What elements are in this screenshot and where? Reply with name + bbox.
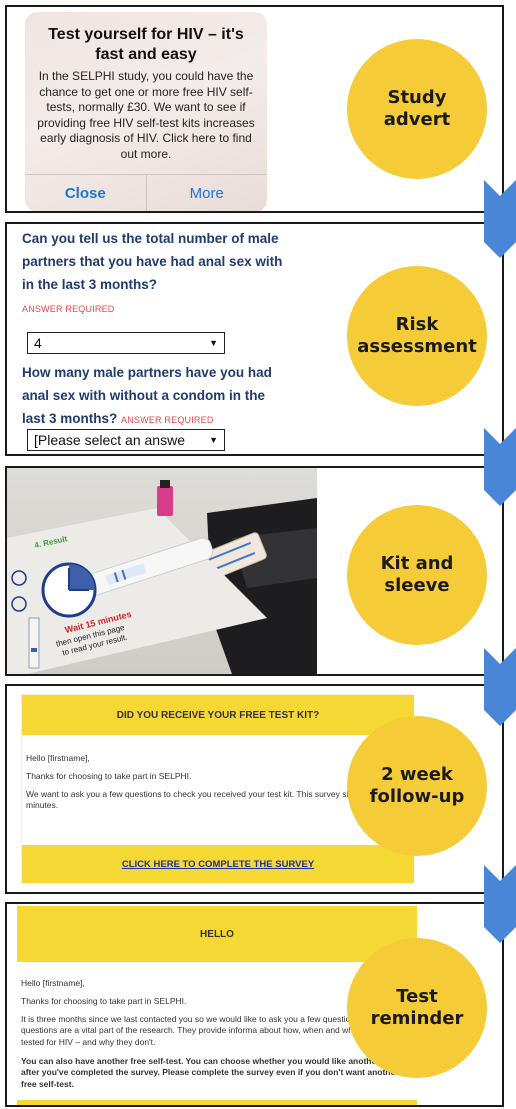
stage-circle-test-reminder: Test reminder — [347, 938, 487, 1078]
stage-label-line2: reminder — [370, 1008, 464, 1029]
close-button[interactable]: Close — [25, 175, 147, 211]
kit-illustration: 4. Result Wait 15 minutes then open this… — [7, 480, 317, 674]
alert-body: In the SELPHI study, you could have the … — [37, 69, 255, 161]
question-2: How many male partners have you had anal… — [22, 362, 272, 431]
question-2-required: ANSWER REQUIRED — [121, 414, 214, 425]
stage-label-line2: sleeve — [384, 575, 450, 596]
stage-label-line1: Study — [387, 87, 447, 109]
more-button[interactable]: More — [147, 175, 268, 211]
study-advert-panel: Test yourself for HIV – it's fast and ea… — [5, 5, 504, 213]
condomless-partners-select[interactable]: [Please select an answe ▼ — [27, 429, 225, 451]
flow-arrow-3 — [484, 648, 516, 726]
flow-arrow-1 — [484, 180, 516, 258]
stage-label-line1: Test — [396, 986, 438, 1008]
reminder-footer-bar — [17, 1100, 417, 1105]
stage-circle-follow-up: 2 week follow-up — [347, 716, 487, 856]
partners-select[interactable]: 4 ▼ — [27, 332, 225, 354]
test-reminder-panel: HELLO Hello [firstname], Thanks for choo… — [5, 902, 504, 1107]
stage-label-line2: assessment — [357, 336, 477, 357]
email-header-bar: DID YOU RECEIVE YOUR FREE TEST KIT? — [22, 695, 414, 735]
condomless-select-value: [Please select an answe — [34, 432, 185, 448]
survey-link-bar: CLICK HERE TO COMPLETE THE SURVEY — [22, 845, 414, 883]
stage-circle-study-advert: Study advert — [347, 39, 487, 179]
question-1-text: Can you tell us the total number of male… — [22, 231, 283, 292]
partners-select-value: 4 — [34, 335, 42, 351]
stage-label-line1: Kit and — [380, 553, 454, 575]
ios-alert: Test yourself for HIV – it's fast and ea… — [25, 12, 268, 211]
chevron-down-icon: ▼ — [209, 435, 218, 445]
kit-and-sleeve-panel: 4. Result Wait 15 minutes then open this… — [5, 466, 504, 676]
stage-label-line2: follow-up — [369, 786, 465, 807]
stage-label-line2: advert — [383, 109, 451, 130]
question-1-required: ANSWER REQUIRED — [22, 303, 115, 314]
reminder-bold-body: You can also have another free self-test… — [21, 1056, 399, 1089]
survey-link[interactable]: CLICK HERE TO COMPLETE THE SURVEY — [122, 859, 314, 870]
flow-arrow-2 — [484, 428, 516, 506]
risk-assessment-panel: Can you tell us the total number of male… — [5, 222, 504, 456]
question-1: Can you tell us the total number of male… — [22, 228, 297, 320]
test-kit-photo: 4. Result Wait 15 minutes then open this… — [7, 468, 317, 674]
stage-circle-risk-assessment: Risk assessment — [347, 266, 487, 406]
stage-label-line1: 2 week — [381, 764, 453, 786]
alert-title: Test yourself for HIV – it's fast and ea… — [48, 26, 244, 63]
flow-arrow-4 — [484, 865, 516, 943]
alert-buttons: Close More — [25, 174, 268, 211]
chevron-down-icon: ▼ — [209, 338, 218, 348]
follow-up-panel: DID YOU RECEIVE YOUR FREE TEST KIT? Hell… — [5, 684, 504, 894]
stage-circle-kit-and-sleeve: Kit and sleeve — [347, 505, 487, 645]
stage-label-line1: Risk — [395, 314, 439, 336]
email-greeting: Hello [firstname], — [26, 753, 90, 763]
reminder-header-bar: HELLO — [17, 906, 417, 962]
